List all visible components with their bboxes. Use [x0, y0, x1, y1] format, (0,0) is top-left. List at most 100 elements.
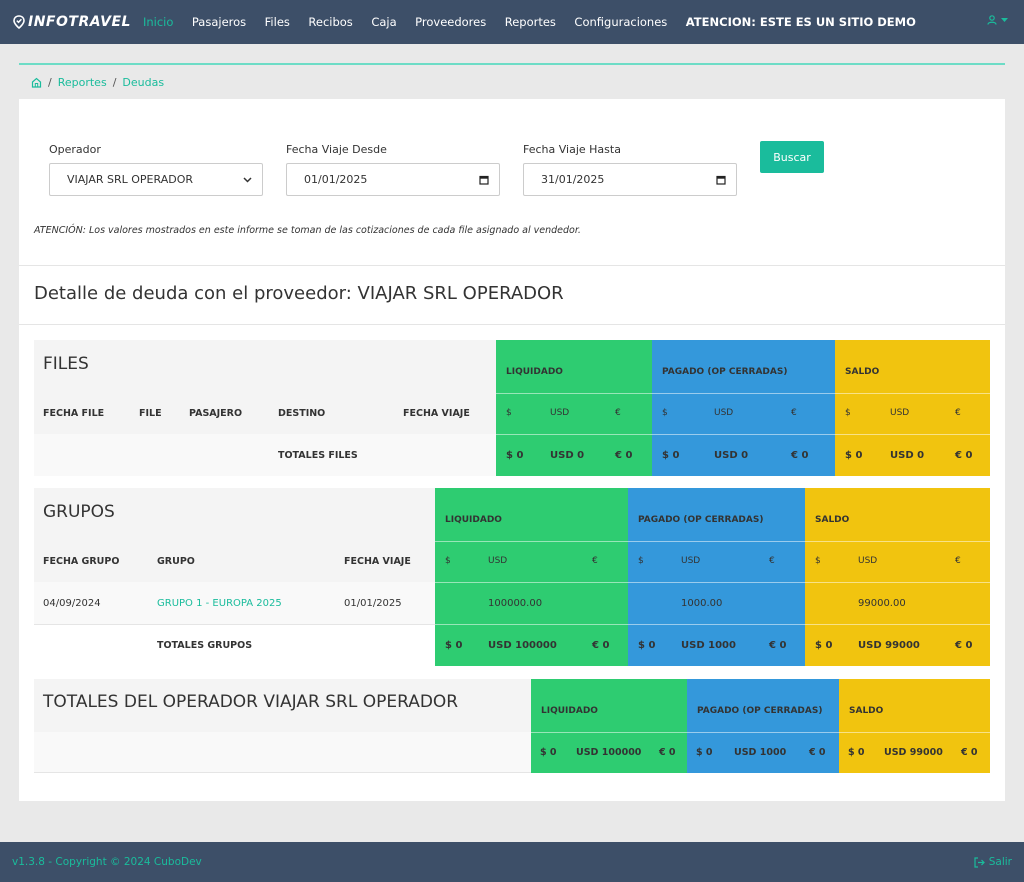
totales-row-bg	[34, 732, 531, 773]
user-icon	[987, 15, 997, 25]
totales-saldo: SALDO $ 0 USD 99000 € 0	[839, 679, 990, 773]
total-peso: $ 0	[638, 640, 656, 651]
fecha-hasta-label: Fecha Viaje Hasta	[523, 143, 621, 156]
logout-icon	[974, 856, 985, 868]
copyright-text: v1.3.8 - Copyright © 2024 CuboDev	[12, 856, 202, 868]
fecha-hasta-input[interactable]: 31/01/2025	[523, 163, 737, 196]
col-destino: DESTINO	[278, 408, 326, 419]
cur-usd: USD	[488, 556, 508, 566]
files-table: FILES FECHA FILE FILE PASAJERO DESTINO F…	[34, 340, 990, 476]
divider	[435, 624, 628, 625]
divider	[805, 624, 990, 625]
total-euro: € 0	[659, 747, 676, 758]
grupos-saldo: SALDO $ USD € 99000.00 $ 0 USD 99000 € 0	[805, 488, 990, 666]
calendar-icon[interactable]	[479, 175, 489, 185]
grupos-title: GRUPOS	[43, 502, 115, 522]
total-euro: € 0	[809, 747, 826, 758]
total-euro: € 0	[961, 747, 978, 758]
user-menu[interactable]	[987, 15, 1012, 25]
cur-usd: USD	[550, 408, 570, 418]
files-header-bg	[34, 340, 496, 434]
divider	[835, 434, 990, 435]
nav-pasajeros[interactable]: Pasajeros	[192, 15, 246, 29]
files-pagado: PAGADO (OP CERRADAS) $ USD € $ 0 USD 0 €…	[652, 340, 835, 476]
total-euro: € 0	[791, 450, 809, 461]
fecha-desde-input[interactable]: 01/01/2025	[286, 163, 500, 196]
files-totals-label: TOTALES FILES	[278, 450, 358, 461]
divider	[835, 393, 990, 394]
divider	[435, 582, 628, 583]
total-usd: USD 99000	[884, 747, 943, 758]
info-note: ATENCIÓN: Los valores mostrados en este …	[34, 225, 581, 236]
cur-euro: €	[955, 556, 961, 566]
cur-usd: USD	[890, 408, 910, 418]
cur-peso: $	[506, 408, 512, 418]
calendar-icon[interactable]	[716, 175, 726, 185]
cur-peso: $	[845, 408, 851, 418]
cur-peso: $	[815, 556, 821, 566]
liquidado-header: LIQUIDADO	[541, 706, 598, 716]
breadcrumb-reportes[interactable]: Reportes	[58, 76, 107, 89]
pagado-header: PAGADO (OP CERRADAS)	[697, 706, 823, 716]
total-euro: € 0	[769, 640, 787, 651]
liquidado-header: LIQUIDADO	[506, 367, 563, 377]
nav-recibos[interactable]: Recibos	[308, 15, 352, 29]
row-saldo: 99000.00	[858, 598, 906, 609]
demo-notice: ATENCION: ESTE ES UN SITIO DEMO	[685, 15, 916, 29]
nav-proveedores[interactable]: Proveedores	[415, 15, 486, 29]
grupo-link[interactable]: GRUPO 1 - EUROPA 2025	[157, 598, 282, 609]
divider	[496, 434, 652, 435]
nav-reportes[interactable]: Reportes	[505, 15, 556, 29]
brand-logo[interactable]: INFOTRAVEL	[12, 14, 131, 30]
divider	[531, 732, 687, 733]
divider	[839, 732, 990, 733]
saldo-header: SALDO	[815, 515, 850, 525]
fecha-desde-value: 01/01/2025	[304, 173, 368, 186]
total-usd: USD 0	[890, 450, 925, 461]
operador-label: Operador	[49, 143, 101, 156]
col-fecha-grupo: FECHA GRUPO	[43, 556, 120, 567]
nav-caja[interactable]: Caja	[371, 15, 396, 29]
files-liquidado: LIQUIDADO $ USD € $ 0 USD 0 € 0	[496, 340, 652, 476]
cur-peso: $	[445, 556, 451, 566]
divider	[628, 541, 805, 542]
nav-inicio[interactable]: Inicio	[143, 15, 173, 29]
total-usd: USD 0	[550, 450, 585, 461]
total-usd: USD 1000	[734, 747, 787, 758]
total-usd: USD 0	[714, 450, 749, 461]
divider	[805, 582, 990, 583]
col-fecha-viaje: FECHA VIAJE	[344, 556, 411, 567]
total-peso: $ 0	[815, 640, 833, 651]
divider	[628, 624, 805, 625]
totales-title: TOTALES DEL OPERADOR VIAJAR SRL OPERADOR	[43, 692, 459, 712]
operador-select[interactable]: VIAJAR SRL OPERADOR	[49, 163, 263, 196]
grupos-totals-label: TOTALES GRUPOS	[157, 640, 253, 651]
caret-down-icon	[1001, 17, 1008, 22]
fecha-hasta-value: 31/01/2025	[541, 173, 605, 186]
row-liquidado: 100000.00	[488, 598, 543, 609]
filter-form: Operador VIAJAR SRL OPERADOR Fecha Viaje…	[49, 143, 760, 196]
cur-euro: €	[769, 556, 775, 566]
total-peso: $ 0	[848, 747, 865, 758]
breadcrumb-deudas[interactable]: Deudas	[122, 76, 164, 89]
footer: v1.3.8 - Copyright © 2024 CuboDev Salir	[0, 842, 1024, 882]
cur-peso: $	[638, 556, 644, 566]
divider	[652, 434, 835, 435]
main-nav: Inicio Pasajeros Files Recibos Caja Prov…	[143, 15, 916, 29]
nav-configuraciones[interactable]: Configuraciones	[574, 15, 667, 29]
detail-title: Detalle de deuda con el proveedor: VIAJA…	[34, 283, 564, 304]
divider	[19, 324, 1005, 325]
divider	[19, 265, 1005, 266]
cur-usd: USD	[714, 408, 734, 418]
divider	[805, 541, 990, 542]
divider	[687, 732, 839, 733]
buscar-button[interactable]: Buscar	[760, 141, 824, 173]
total-peso: $ 0	[662, 450, 680, 461]
breadcrumb: / Reportes / Deudas	[19, 63, 1005, 99]
cur-euro: €	[592, 556, 598, 566]
nav-files[interactable]: Files	[265, 15, 290, 29]
home-icon[interactable]	[31, 77, 42, 88]
logout-link[interactable]: Salir	[974, 856, 1012, 868]
total-euro: € 0	[955, 640, 973, 651]
fecha-desde-label: Fecha Viaje Desde	[286, 143, 387, 156]
